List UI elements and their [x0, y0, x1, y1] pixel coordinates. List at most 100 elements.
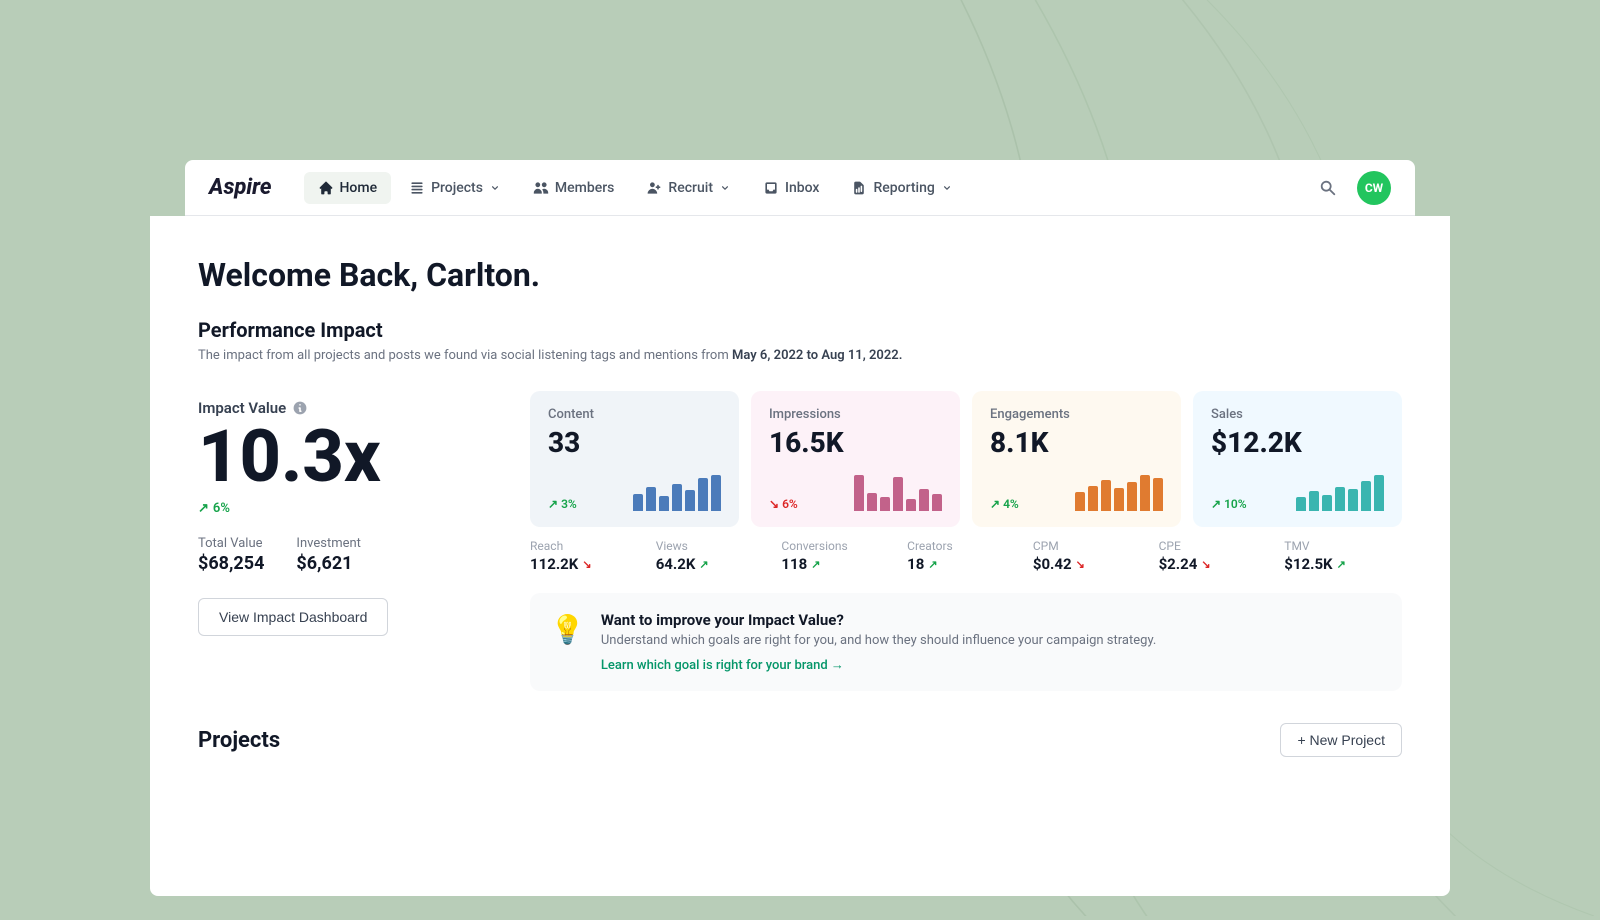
right-column: Content 33 ↗ 3% Impressions 16.5K ↘ 6% E…	[530, 391, 1402, 691]
metric-label-engagements: Engagements	[990, 407, 1163, 422]
investment-value: $6,621	[296, 553, 361, 574]
recruit-icon	[646, 180, 662, 196]
sec-stat-value: $12.5K ↗	[1284, 555, 1402, 573]
secondary-stat-cpm: CPM $0.42 ↘	[1033, 539, 1151, 573]
metric-footer-impressions: ↘ 6%	[769, 475, 942, 511]
chart-bar	[1361, 481, 1371, 511]
user-avatar[interactable]: CW	[1357, 171, 1391, 205]
nav-members-label: Members	[555, 180, 614, 196]
sec-trend-arrow-icon: ↗	[811, 558, 820, 571]
metric-label-impressions: Impressions	[769, 407, 942, 422]
performance-description: The impact from all projects and posts w…	[198, 348, 1402, 363]
recruit-chevron-icon	[719, 182, 731, 194]
chart-bar	[1114, 488, 1124, 511]
secondary-stat-cpe: CPE $2.24 ↘	[1159, 539, 1277, 573]
logo: Aspire	[209, 175, 272, 200]
tip-content: Want to improve your Impact Value? Under…	[601, 611, 1156, 673]
trend-value: 6%	[782, 497, 798, 511]
performance-grid: Impact Value 10.3x ↗ 6% Total Value $68,…	[198, 391, 1402, 691]
search-button[interactable]	[1311, 171, 1345, 205]
sec-stat-label: CPE	[1159, 539, 1277, 553]
chart-bar	[1374, 475, 1384, 511]
nav-projects-label: Projects	[431, 180, 483, 196]
metric-label-sales: Sales	[1211, 407, 1384, 422]
sec-trend-arrow-icon: ↗	[928, 558, 937, 571]
chart-bar	[698, 478, 708, 511]
sec-trend-arrow-icon: ↘	[582, 558, 591, 571]
metric-card-content: Content 33 ↗ 3%	[530, 391, 739, 527]
sec-trend-arrow-icon: ↘	[1076, 558, 1085, 571]
view-dashboard-button[interactable]: View Impact Dashboard	[198, 598, 388, 636]
performance-section-title: Performance Impact	[198, 318, 1402, 342]
main-container: Welcome Back, Carlton. Performance Impac…	[130, 0, 1470, 916]
secondary-stat-reach: Reach 112.2K ↘	[530, 539, 648, 573]
metrics-grid: Content 33 ↗ 3% Impressions 16.5K ↘ 6% E…	[530, 391, 1402, 527]
tip-card: 💡 Want to improve your Impact Value? Und…	[530, 593, 1402, 691]
chart-bar	[854, 475, 864, 511]
chart-bar	[1309, 491, 1319, 511]
sec-stat-label: TMV	[1284, 539, 1402, 553]
metric-card-sales: Sales $12.2K ↗ 10%	[1193, 391, 1402, 527]
nav-item-inbox[interactable]: Inbox	[749, 172, 833, 204]
tip-link[interactable]: Learn which goal is right for your brand…	[601, 658, 844, 673]
projects-chevron-icon	[489, 182, 501, 194]
metric-value-engagements: 8.1K	[990, 426, 1163, 459]
chart-bar	[672, 484, 682, 511]
nav-items: Home Projects Members Recruit	[304, 172, 1312, 204]
sec-stat-value: 18 ↗	[907, 555, 1025, 573]
mini-chart-sales	[1296, 475, 1384, 511]
sec-stat-value: 112.2K ↘	[530, 555, 648, 573]
sec-trend-arrow-icon: ↗	[699, 558, 708, 571]
impact-value-card: Impact Value 10.3x ↗ 6% Total Value $68,…	[198, 391, 498, 691]
secondary-stat-conversions: Conversions 118 ↗	[781, 539, 899, 573]
nav-item-home[interactable]: Home	[304, 172, 392, 204]
nav-recruit-label: Recruit	[668, 180, 713, 196]
metric-value-impressions: 16.5K	[769, 426, 942, 459]
secondary-stat-creators: Creators 18 ↗	[907, 539, 1025, 573]
sec-trend-arrow-icon: ↗	[1337, 558, 1346, 571]
trend-arrow-icon: ↗	[990, 497, 1000, 511]
new-project-button[interactable]: + New Project	[1280, 723, 1402, 757]
chart-bar	[1348, 489, 1358, 511]
sec-stat-value: 118 ↗	[781, 555, 899, 573]
total-value-stat: Total Value $68,254	[198, 536, 264, 574]
nav-item-reporting[interactable]: Reporting	[837, 172, 966, 204]
nav-item-recruit[interactable]: Recruit	[632, 172, 745, 204]
welcome-title: Welcome Back, Carlton.	[198, 256, 1402, 294]
sec-stat-value: $2.24 ↘	[1159, 555, 1277, 573]
trend-arrow-icon: ↘	[769, 497, 779, 511]
nav-home-label: Home	[340, 180, 378, 196]
tip-title: Want to improve your Impact Value?	[601, 611, 1156, 629]
chart-bar	[1075, 492, 1085, 511]
chart-bar	[893, 477, 903, 511]
navbar: Aspire Home Projects Members	[185, 160, 1415, 216]
metric-trend-impressions: ↘ 6%	[769, 497, 798, 511]
chart-bar	[685, 490, 695, 511]
sec-stat-label: CPM	[1033, 539, 1151, 553]
nav-item-projects[interactable]: Projects	[395, 172, 515, 204]
metric-trend-sales: ↗ 10%	[1211, 497, 1247, 511]
content-area: Welcome Back, Carlton. Performance Impac…	[150, 216, 1450, 896]
inbox-icon	[763, 180, 779, 196]
metric-value-sales: $12.2K	[1211, 426, 1384, 459]
trend-up-arrow-icon: ↗	[198, 501, 209, 516]
metric-trend-content: ↗ 3%	[548, 497, 577, 511]
sec-stat-label: Conversions	[781, 539, 899, 553]
trend-value: 3%	[561, 497, 577, 511]
metric-footer-sales: ↗ 10%	[1211, 475, 1384, 511]
nav-item-members[interactable]: Members	[519, 172, 628, 204]
chart-bar	[1101, 480, 1111, 511]
metric-value-content: 33	[548, 426, 721, 459]
chart-bar	[1153, 478, 1163, 511]
search-icon	[1319, 179, 1337, 197]
chart-bar	[1335, 487, 1345, 511]
impact-stats: Total Value $68,254 Investment $6,621	[198, 536, 361, 574]
chart-bar	[1322, 495, 1332, 511]
metric-footer-engagements: ↗ 4%	[990, 475, 1163, 511]
impact-value-number: 10.3x	[198, 421, 381, 493]
sec-stat-value: 64.2K ↗	[656, 555, 774, 573]
chart-bar	[867, 493, 877, 511]
metric-footer-content: ↗ 3%	[548, 475, 721, 511]
trend-arrow-icon: ↗	[1211, 497, 1221, 511]
members-icon	[533, 180, 549, 196]
